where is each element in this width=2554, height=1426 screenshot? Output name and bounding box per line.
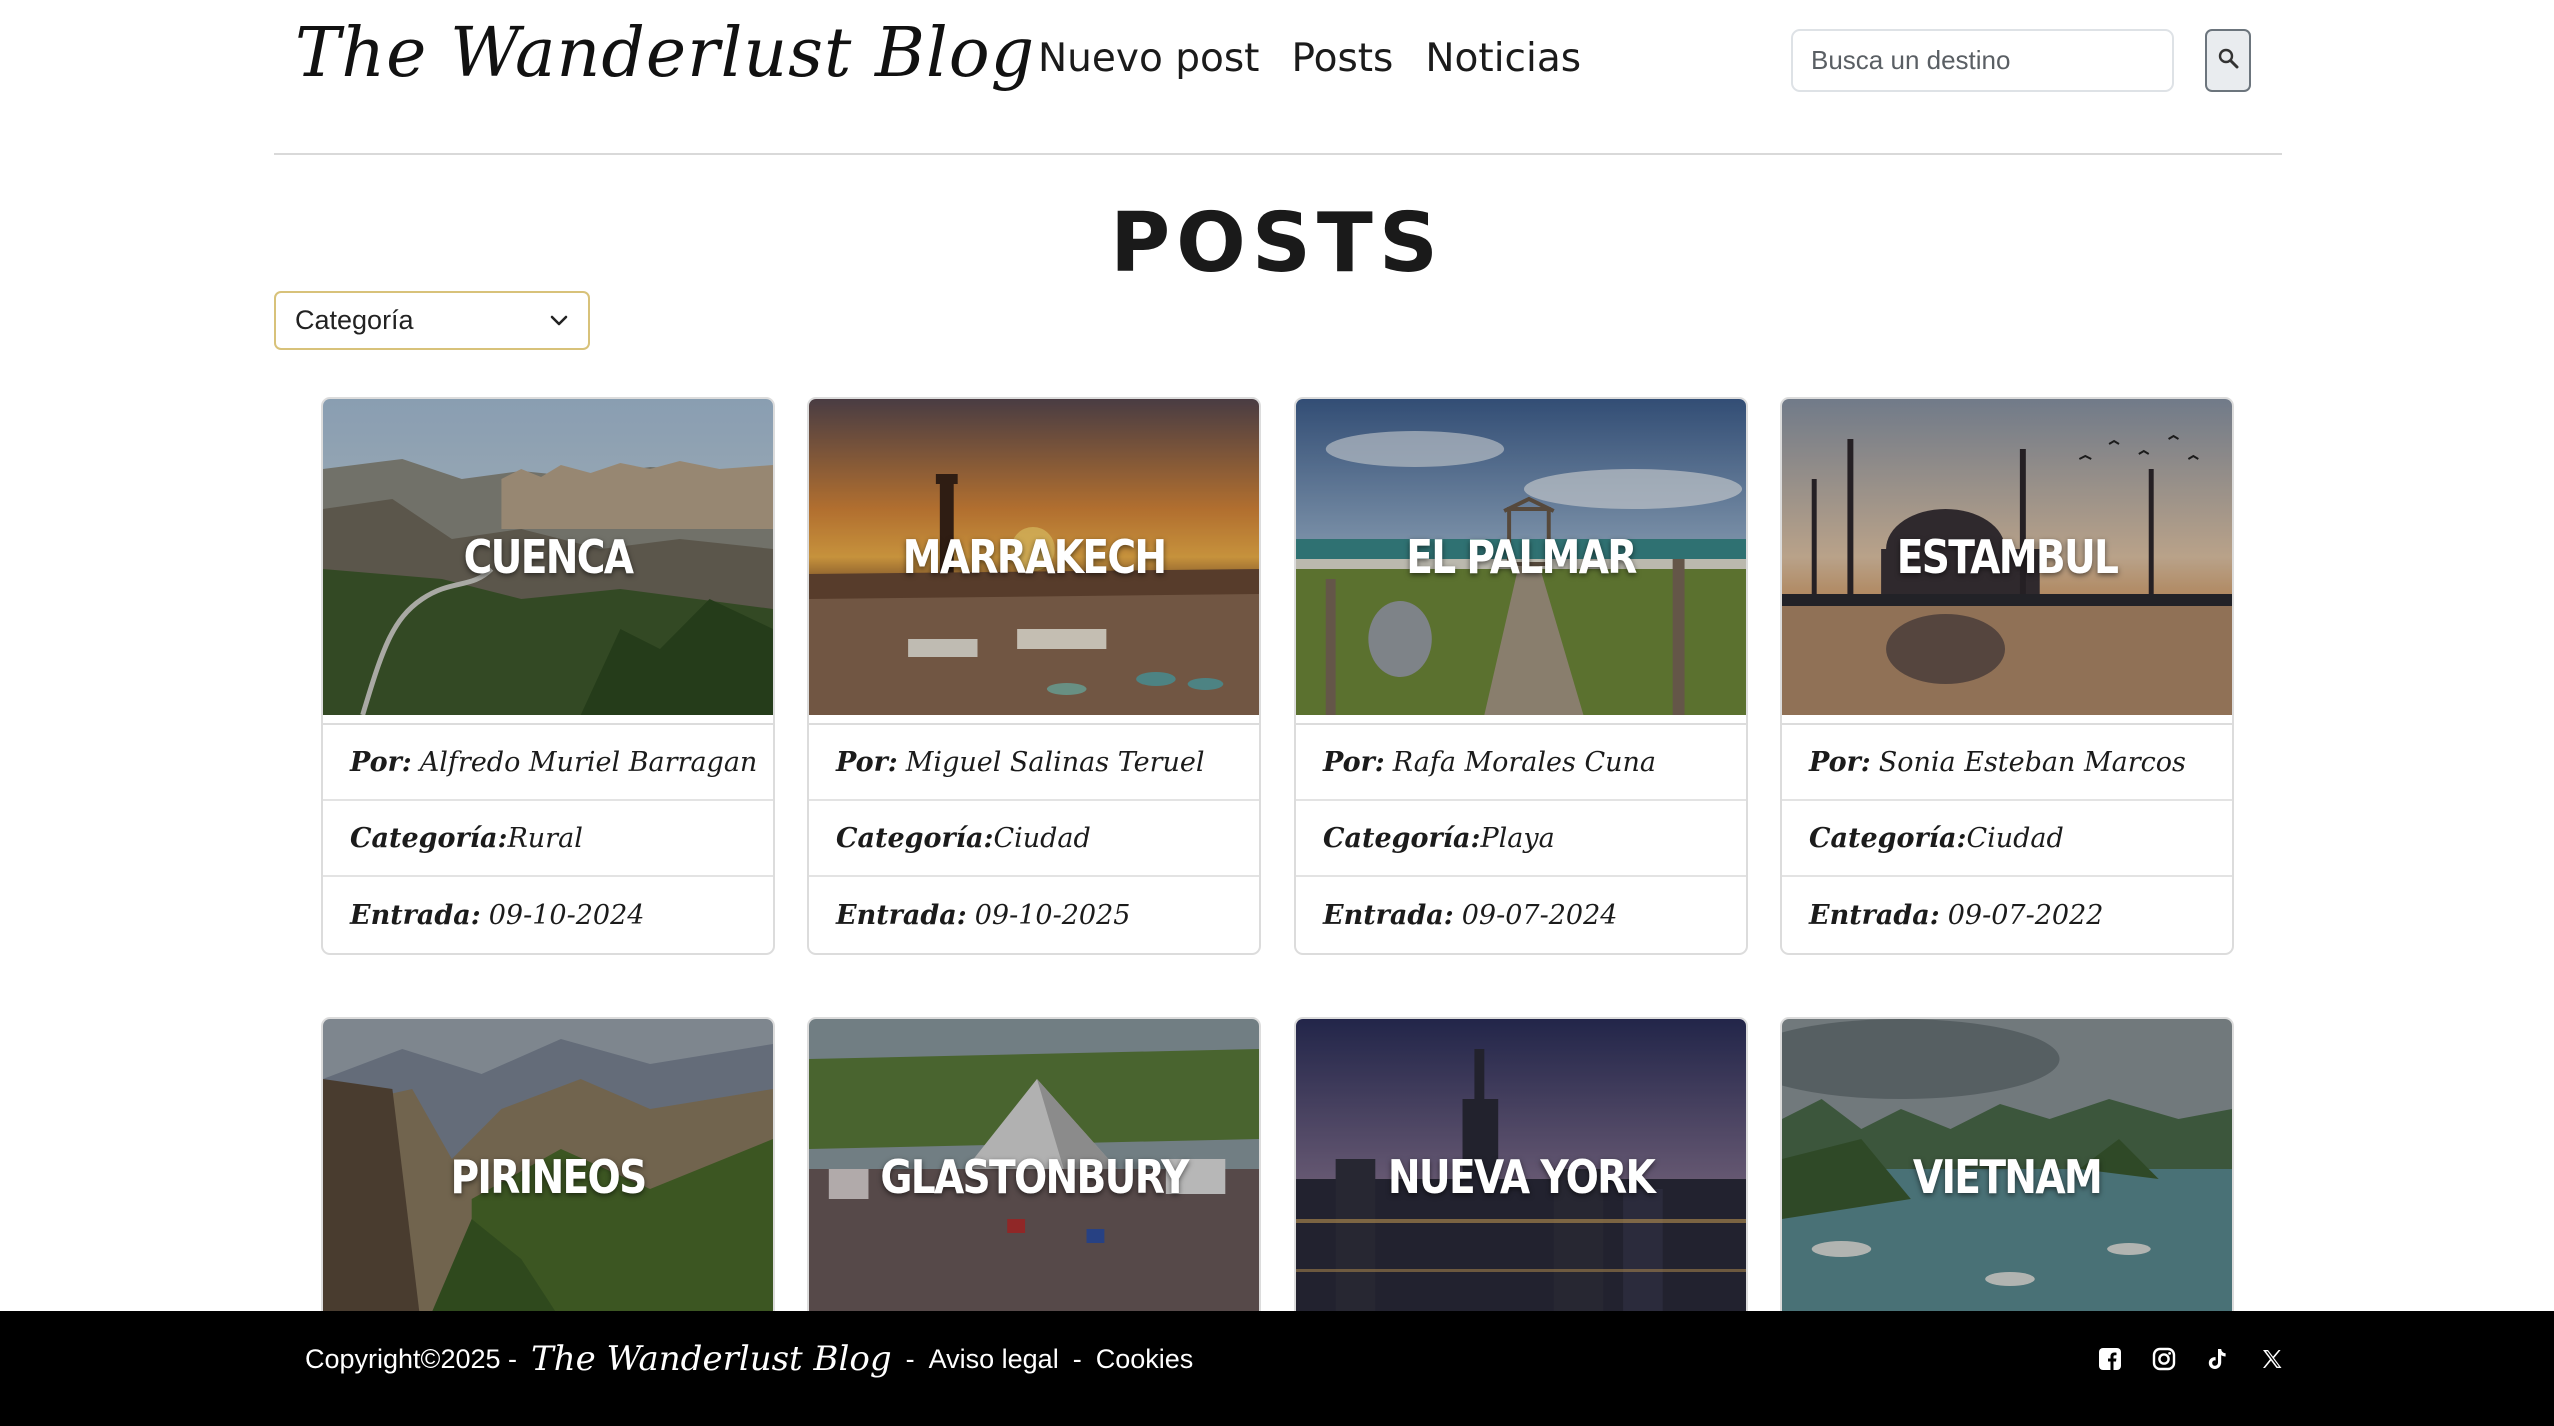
search-input[interactable] <box>1791 29 2174 92</box>
author-label: Por: <box>836 746 898 778</box>
post-category-row: Categoría: Ciudad <box>809 801 1259 877</box>
instagram-icon[interactable] <box>2149 1344 2179 1374</box>
post-date: 09-07-2024 <box>1461 899 1618 931</box>
post-card-estambul[interactable]: ESTAMBUL Por: Sonia Esteban Marcos Categ… <box>1780 397 2234 955</box>
footer-separator: - <box>1072 1343 1082 1374</box>
category-label: Categoría: <box>1809 822 1967 854</box>
author-label: Por: <box>1809 746 1871 778</box>
entry-label: Entrada: <box>1323 899 1454 931</box>
post-title: MARRAKECH <box>902 530 1167 584</box>
post-category: Playa <box>1480 822 1555 854</box>
post-date-row: Entrada: 09-10-2024 <box>323 877 773 953</box>
post-date-row: Entrada: 09-10-2025 <box>809 877 1259 953</box>
header-divider <box>274 153 2282 155</box>
entry-label: Entrada: <box>350 899 481 931</box>
category-select-value: Categoría <box>295 305 414 335</box>
post-author: Miguel Salinas Teruel <box>905 746 1205 778</box>
post-card-el-palmar[interactable]: EL PALMAR Por: Rafa Morales Cuna Categor… <box>1294 397 1748 955</box>
post-title: VIETNAM <box>1912 1150 2103 1204</box>
site-footer: Copyright©2025 - The Wanderlust Blog - A… <box>0 1311 2554 1426</box>
post-image-cuenca: CUENCA <box>323 399 773 715</box>
post-date-row: Entrada: 09-07-2024 <box>1296 877 1746 953</box>
site-logo[interactable]: The Wanderlust Blog <box>295 14 1035 93</box>
footer-legal-link[interactable]: Aviso legal <box>929 1344 1059 1375</box>
post-image-nueva-york: NUEVA YORK <box>1296 1019 1746 1335</box>
post-author: Alfredo Muriel Barragan <box>419 746 758 778</box>
x-icon[interactable] <box>2257 1344 2287 1374</box>
post-title: ESTAMBUL <box>1896 530 2119 584</box>
post-category: Ciudad <box>993 822 1091 854</box>
footer-copyright: Copyright©2025 - <box>305 1343 518 1374</box>
post-card-vietnam[interactable]: VIETNAM <box>1780 1017 2234 1357</box>
footer-links: Copyright©2025 - The Wanderlust Blog - A… <box>305 1339 1193 1379</box>
nav-posts[interactable]: Posts <box>1291 36 1393 81</box>
post-card-pirineos[interactable]: PIRINEOS <box>321 1017 775 1357</box>
post-date: 09-10-2024 <box>488 899 645 931</box>
post-title: PIRINEOS <box>450 1150 647 1204</box>
post-category-row: Categoría: Rural <box>323 801 773 877</box>
page-title: POSTS <box>1110 196 1444 291</box>
post-author-row: Por: Alfredo Muriel Barragan <box>323 725 773 801</box>
footer-separator: - <box>905 1343 915 1374</box>
nav-noticias[interactable]: Noticias <box>1425 36 1581 81</box>
main-nav: Nuevo post Posts Noticias <box>1038 36 1581 81</box>
post-category: Rural <box>507 822 583 854</box>
post-image-vietnam: VIETNAM <box>1782 1019 2232 1335</box>
post-image-pirineos: PIRINEOS <box>323 1019 773 1335</box>
post-date-row: Entrada: 09-07-2022 <box>1782 877 2232 953</box>
category-label: Categoría: <box>836 822 994 854</box>
post-title: GLASTONBURY <box>880 1150 1189 1204</box>
author-label: Por: <box>1323 746 1385 778</box>
post-card-nueva-york[interactable]: NUEVA YORK <box>1294 1017 1748 1357</box>
footer-brand[interactable]: The Wanderlust Blog <box>531 1339 892 1379</box>
post-image-estambul: ESTAMBUL <box>1782 399 2232 715</box>
post-image-marrakech: MARRAKECH <box>809 399 1259 715</box>
post-author: Rafa Morales Cuna <box>1392 746 1656 778</box>
post-category-row: Categoría: Playa <box>1296 801 1746 877</box>
post-category-row: Categoría: Ciudad <box>1782 801 2232 877</box>
post-author: Sonia Esteban Marcos <box>1878 746 2186 778</box>
entry-label: Entrada: <box>836 899 967 931</box>
post-author-row: Por: Sonia Esteban Marcos <box>1782 725 2232 801</box>
post-category: Ciudad <box>1966 822 2064 854</box>
post-title: EL PALMAR <box>1406 530 1637 584</box>
post-card-glastonbury[interactable]: GLASTONBURY <box>807 1017 1261 1357</box>
post-card-cuenca[interactable]: CUENCA Por: Alfredo Muriel Barragan Cate… <box>321 397 775 955</box>
search-button[interactable] <box>2205 29 2251 92</box>
search-icon <box>2217 47 2239 74</box>
post-date: 09-07-2022 <box>1947 899 2104 931</box>
post-title: CUENCA <box>463 530 634 584</box>
category-label: Categoría: <box>350 822 508 854</box>
tiktok-icon[interactable] <box>2202 1344 2232 1374</box>
post-image-el-palmar: EL PALMAR <box>1296 399 1746 715</box>
post-card-marrakech[interactable]: MARRAKECH Por: Miguel Salinas Teruel Cat… <box>807 397 1261 955</box>
entry-label: Entrada: <box>1809 899 1940 931</box>
chevron-down-icon <box>549 314 569 328</box>
nav-nuevo-post[interactable]: Nuevo post <box>1038 36 1259 81</box>
category-select[interactable]: Categoría <box>274 291 590 350</box>
footer-cookies-link[interactable]: Cookies <box>1096 1344 1194 1375</box>
post-author-row: Por: Miguel Salinas Teruel <box>809 725 1259 801</box>
facebook-icon[interactable] <box>2095 1344 2125 1374</box>
post-image-glastonbury: GLASTONBURY <box>809 1019 1259 1335</box>
post-date: 09-10-2025 <box>974 899 1131 931</box>
post-author-row: Por: Rafa Morales Cuna <box>1296 725 1746 801</box>
category-label: Categoría: <box>1323 822 1481 854</box>
author-label: Por: <box>350 746 412 778</box>
post-title: NUEVA YORK <box>1387 1150 1656 1204</box>
